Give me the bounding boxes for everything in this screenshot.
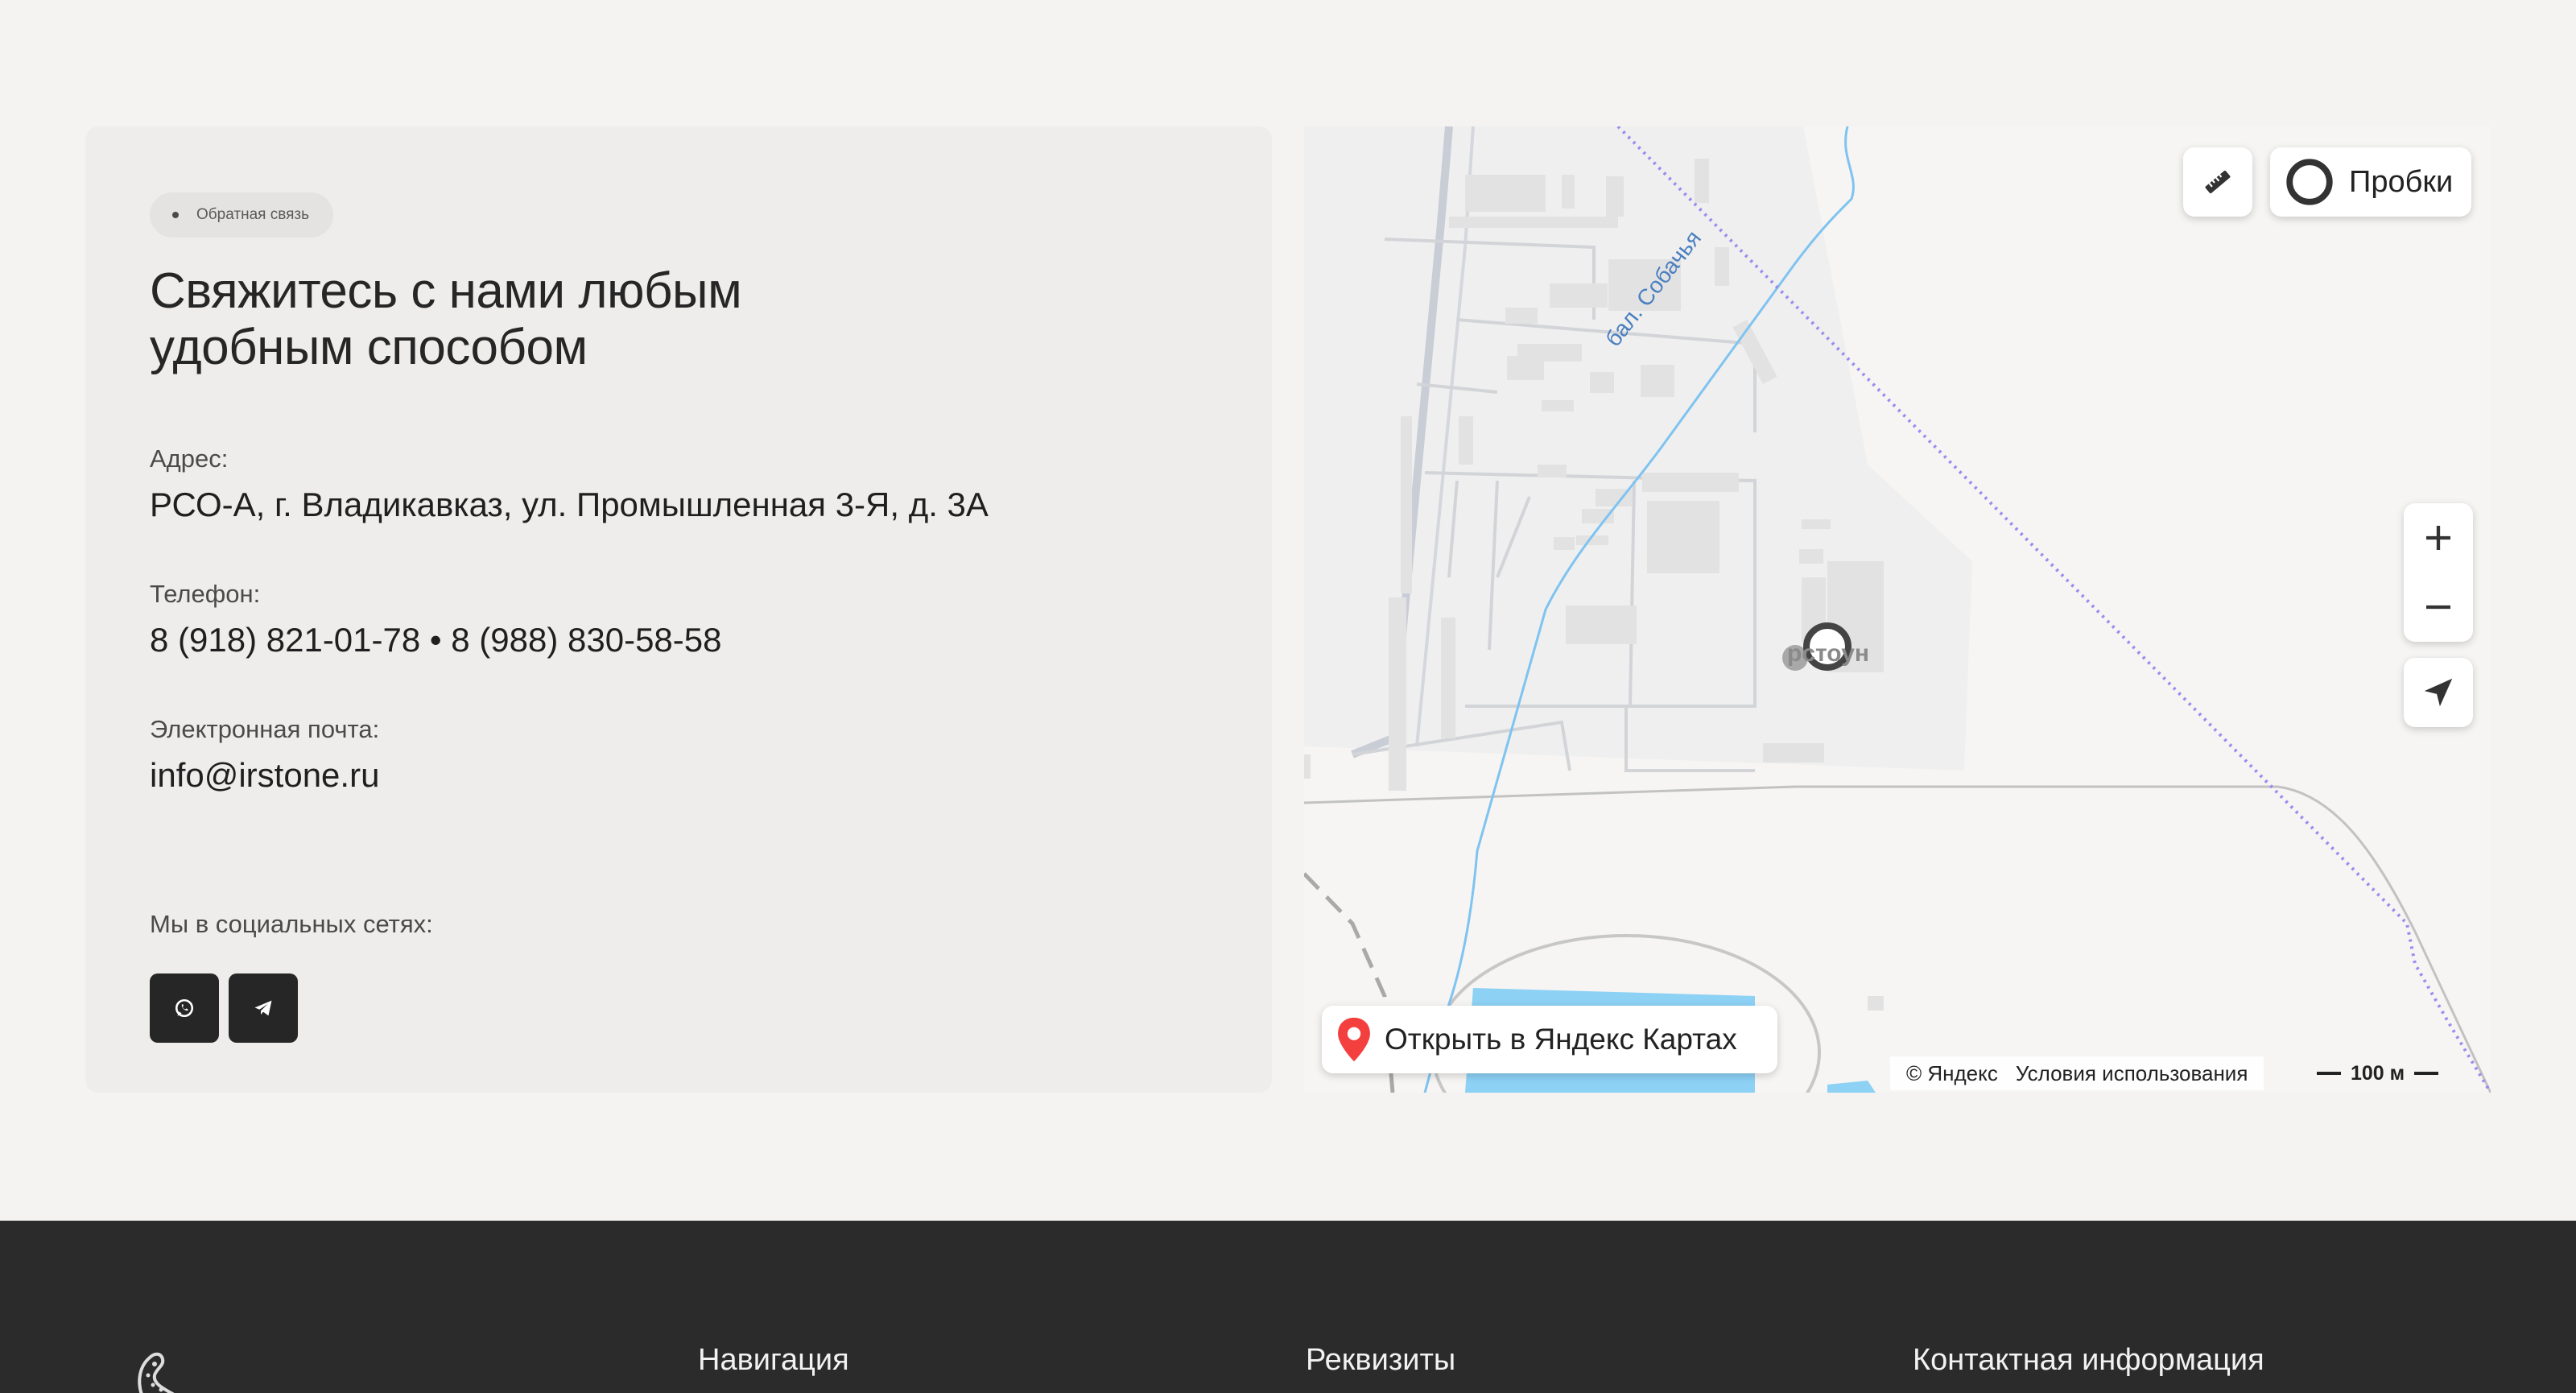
map-pin-icon [1338,1017,1370,1062]
telegram-icon [254,1000,272,1016]
contact-card: Обратная связь Свяжитесь с нами любым уд… [85,126,1272,1093]
traffic-icon [2286,159,2333,205]
telegram-button[interactable] [229,973,298,1043]
map-scale: 100 м [2317,1056,2439,1090]
place-label: рстоун [1787,640,1870,667]
ruler-icon [2205,170,2231,194]
copyright-text[interactable]: © Яндекс [1906,1061,1998,1086]
footer-contacts-heading: Контактная информация [1913,1343,2264,1377]
address-value: РСО-А, г. Владикавказ, ул. Промышленная … [150,486,989,523]
feedback-badge: Обратная связь [150,192,333,238]
scale-line-right [2414,1072,2439,1075]
section-title: Свяжитесь с нами любым удобным способом [150,263,874,376]
phone-label: Телефон: [150,580,261,608]
open-maps-label: Открыть в Яндекс Картах [1385,1023,1737,1056]
footer: Навигация Реквизиты Контактная информаци… [0,1221,2576,1393]
title-line-2: удобным способом [150,320,588,375]
address-label: Адрес: [150,444,229,473]
whatsapp-button[interactable] [150,973,219,1043]
logo[interactable] [127,1348,184,1393]
ruler-button[interactable] [2183,147,2252,217]
email-value[interactable]: info@irstone.ru [150,756,379,795]
footer-requisites-heading: Реквизиты [1306,1343,1456,1377]
footer-nav-heading: Навигация [698,1343,849,1377]
zoom-out-button[interactable] [2404,572,2473,642]
whatsapp-icon [175,998,194,1018]
map-canvas[interactable] [1304,126,2491,1093]
map-copyright: © Яндекс Условия использования [1890,1056,2264,1090]
plus-icon [2426,526,2450,550]
zoom-in-button[interactable] [2404,503,2473,572]
scale-line-left [2317,1072,2341,1075]
minus-icon [2426,605,2450,610]
navigation-arrow-icon [2424,678,2453,707]
badge-label: Обратная связь [196,206,309,223]
geolocation-button[interactable] [2404,658,2473,727]
phone-value[interactable]: 8 (918) 821-01-78 • 8 (988) 830-58-58 [150,621,722,659]
zoom-control [2404,503,2473,642]
title-line-1: Свяжитесь с нами любым [150,263,742,319]
traffic-label: Пробки [2349,164,2454,199]
scale-label: 100 м [2351,1061,2405,1085]
terms-link[interactable]: Условия использования [2016,1061,2248,1086]
map[interactable]: бал. Собачья рстоун Пробки Открыть в Янд… [1304,126,2491,1093]
badge-dot [172,212,179,218]
traffic-button[interactable]: Пробки [2270,147,2471,217]
open-in-yandex-maps-button[interactable]: Открыть в Яндекс Картах [1322,1006,1777,1073]
social-label: Мы в социальных сетях: [150,910,433,938]
email-label: Электронная почта: [150,715,380,743]
logo-icon [138,1352,175,1393]
